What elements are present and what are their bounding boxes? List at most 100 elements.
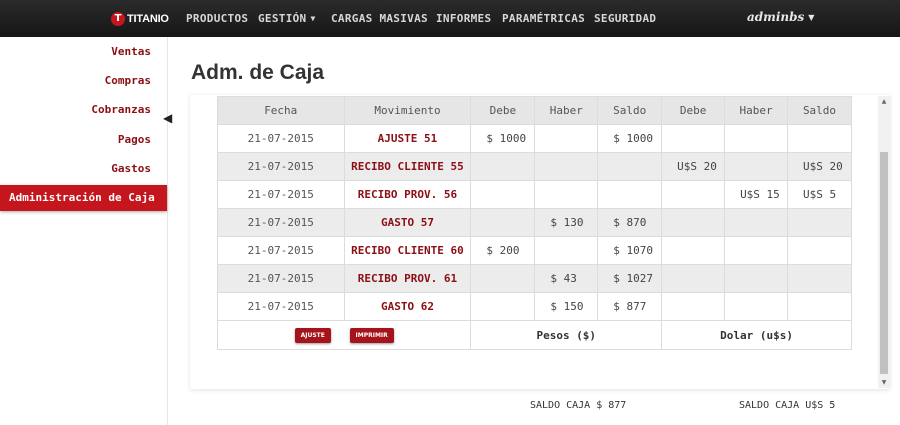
table-header-row: Fecha Movimiento Debe Haber Saldo Debe H… xyxy=(217,96,852,125)
sidebar: Ventas Compras Cobranzas Pagos Gastos Ad… xyxy=(0,37,168,425)
pesos-haber-cell: $ 150 xyxy=(534,292,599,321)
column-header: Saldo xyxy=(597,96,663,125)
nav-productos[interactable]: PRODUCTOS xyxy=(186,12,248,25)
dolar-debe-cell: U$S 20 xyxy=(661,152,726,181)
nav-seguridad[interactable]: SEGURIDAD xyxy=(594,12,656,25)
nav-cargas-masivas[interactable]: CARGAS MASIVAS xyxy=(331,12,428,25)
column-header: Fecha xyxy=(217,96,345,125)
movimiento-link[interactable]: RECIBO CLIENTE 60 xyxy=(343,236,472,265)
table-row: 21-07-2015 RECIBO CLIENTE 60 $ 200 $ 107… xyxy=(217,236,852,265)
pesos-haber-cell xyxy=(534,236,599,265)
collapse-sidebar-icon[interactable]: ◀ xyxy=(163,111,172,125)
page-title: Adm. de Caja xyxy=(191,61,325,84)
imprimir-button[interactable]: IMPRIMIR xyxy=(349,328,394,343)
actions-cell: AJUSTE IMPRIMIR xyxy=(216,320,472,350)
sidebar-item-ventas[interactable]: Ventas xyxy=(111,45,151,58)
sidebar-item-compras[interactable]: Compras xyxy=(105,74,151,87)
column-header: Movimiento xyxy=(343,96,472,125)
scroll-down-icon[interactable]: ▼ xyxy=(878,379,890,386)
scroll-up-icon[interactable]: ▲ xyxy=(878,98,890,105)
dolar-saldo-cell xyxy=(787,124,852,153)
nav-informes[interactable]: INFORMES xyxy=(436,12,491,25)
pesos-haber-cell: $ 130 xyxy=(534,208,599,237)
fecha-cell: 21-07-2015 xyxy=(217,264,345,293)
dolar-haber-cell xyxy=(724,124,788,153)
sidebar-item-gastos[interactable]: Gastos xyxy=(111,162,151,175)
movimiento-link[interactable]: AJUSTE 51 xyxy=(343,124,472,153)
dolar-haber-cell xyxy=(724,208,788,237)
movimiento-link[interactable]: RECIBO PROV. 56 xyxy=(343,180,472,209)
sidebar-item-pagos[interactable]: Pagos xyxy=(118,133,151,146)
fecha-cell: 21-07-2015 xyxy=(217,292,345,321)
chevron-down-icon: ▼ xyxy=(808,12,815,22)
pesos-debe-cell: $ 200 xyxy=(470,236,536,265)
dolar-saldo-cell: U$S 20 xyxy=(787,152,852,181)
pesos-saldo-cell: $ 1027 xyxy=(597,264,663,293)
dolar-haber-cell: U$S 15 xyxy=(724,180,788,209)
pesos-group-label: Pesos ($) xyxy=(470,320,663,350)
user-menu[interactable]: adminbs ▼ xyxy=(747,10,814,24)
pesos-haber-cell: $ 43 xyxy=(534,264,599,293)
scroll-thumb[interactable] xyxy=(880,152,888,374)
column-header: Debe xyxy=(470,96,536,125)
pesos-saldo-cell: $ 1070 xyxy=(597,236,663,265)
sidebar-item-administracion-caja[interactable]: Administración de Caja xyxy=(0,185,167,211)
panel-scrollbar[interactable]: ▲ ▼ xyxy=(878,96,890,388)
table-footer-row: AJUSTE IMPRIMIR Pesos ($) Dolar (u$s) xyxy=(216,320,852,350)
dolar-debe-cell xyxy=(661,264,726,293)
dolar-saldo-cell: U$S 5 xyxy=(787,180,852,209)
movimiento-link[interactable]: RECIBO PROV. 61 xyxy=(343,264,472,293)
dolar-debe-cell xyxy=(661,208,726,237)
nav-gestion-label: GESTIÓN xyxy=(258,12,307,25)
table-row: 21-07-2015 RECIBO PROV. 61 $ 43 $ 1027 xyxy=(217,264,852,293)
pesos-debe-cell xyxy=(470,180,536,209)
dolar-haber-cell xyxy=(724,292,788,321)
fecha-cell: 21-07-2015 xyxy=(217,180,345,209)
dolar-saldo-cell xyxy=(787,264,852,293)
sidebar-item-cobranzas[interactable]: Cobranzas xyxy=(91,103,151,116)
pesos-saldo-cell xyxy=(597,180,663,209)
table-row: 21-07-2015 AJUSTE 51 $ 1000 $ 1000 xyxy=(217,124,852,153)
fecha-cell: 21-07-2015 xyxy=(217,236,345,265)
pesos-debe-cell xyxy=(470,208,536,237)
table-row: 21-07-2015 GASTO 62 $ 150 $ 877 xyxy=(217,292,852,321)
pesos-debe-cell xyxy=(470,264,536,293)
pesos-haber-cell xyxy=(534,180,599,209)
dolar-saldo-cell xyxy=(787,236,852,265)
dolar-saldo-cell xyxy=(787,208,852,237)
dolar-haber-cell xyxy=(724,152,788,181)
saldo-caja-pesos: SALDO CAJA $ 877 xyxy=(530,400,627,411)
dolar-haber-cell xyxy=(724,264,788,293)
nav-parametricas[interactable]: PARAMÉTRICAS xyxy=(502,12,585,25)
dolar-debe-cell xyxy=(661,292,726,321)
table-row: 21-07-2015 GASTO 57 $ 130 $ 870 xyxy=(217,208,852,237)
fecha-cell: 21-07-2015 xyxy=(217,152,345,181)
chevron-down-icon: ▼ xyxy=(310,14,316,23)
brand-logo[interactable]: T TITANIO xyxy=(111,11,169,26)
saldo-caja-dolar: SALDO CAJA U$S 5 xyxy=(739,400,836,411)
pesos-debe-cell xyxy=(470,292,536,321)
movimiento-link[interactable]: RECIBO CLIENTE 55 xyxy=(343,152,472,181)
movimiento-link[interactable]: GASTO 62 xyxy=(343,292,472,321)
brand-name: TITANIO xyxy=(127,12,169,25)
pesos-debe-cell xyxy=(470,152,536,181)
table-row: 21-07-2015 RECIBO PROV. 56 U$S 15 U$S 5 xyxy=(217,180,852,209)
column-header: Haber xyxy=(534,96,599,125)
pesos-saldo-cell: $ 877 xyxy=(597,292,663,321)
table-row: 21-07-2015 RECIBO CLIENTE 55 U$S 20 U$S … xyxy=(217,152,852,181)
pesos-saldo-cell xyxy=(597,152,663,181)
movimiento-link[interactable]: GASTO 57 xyxy=(343,208,472,237)
fecha-cell: 21-07-2015 xyxy=(217,208,345,237)
column-header: Saldo xyxy=(787,96,852,125)
dolar-group-label: Dolar (u$s) xyxy=(661,320,852,350)
pesos-saldo-cell: $ 870 xyxy=(597,208,663,237)
top-navbar: T TITANIO PRODUCTOS GESTIÓN ▼ CARGAS MASI… xyxy=(0,0,900,37)
pesos-debe-cell: $ 1000 xyxy=(470,124,536,153)
nav-gestion[interactable]: GESTIÓN ▼ xyxy=(258,12,316,25)
column-header: Debe xyxy=(661,96,726,125)
column-header: Haber xyxy=(724,96,788,125)
titanio-logo-icon: T xyxy=(111,11,125,26)
dolar-saldo-cell xyxy=(787,292,852,321)
ajuste-button[interactable]: AJUSTE xyxy=(294,328,331,343)
pesos-haber-cell xyxy=(534,152,599,181)
